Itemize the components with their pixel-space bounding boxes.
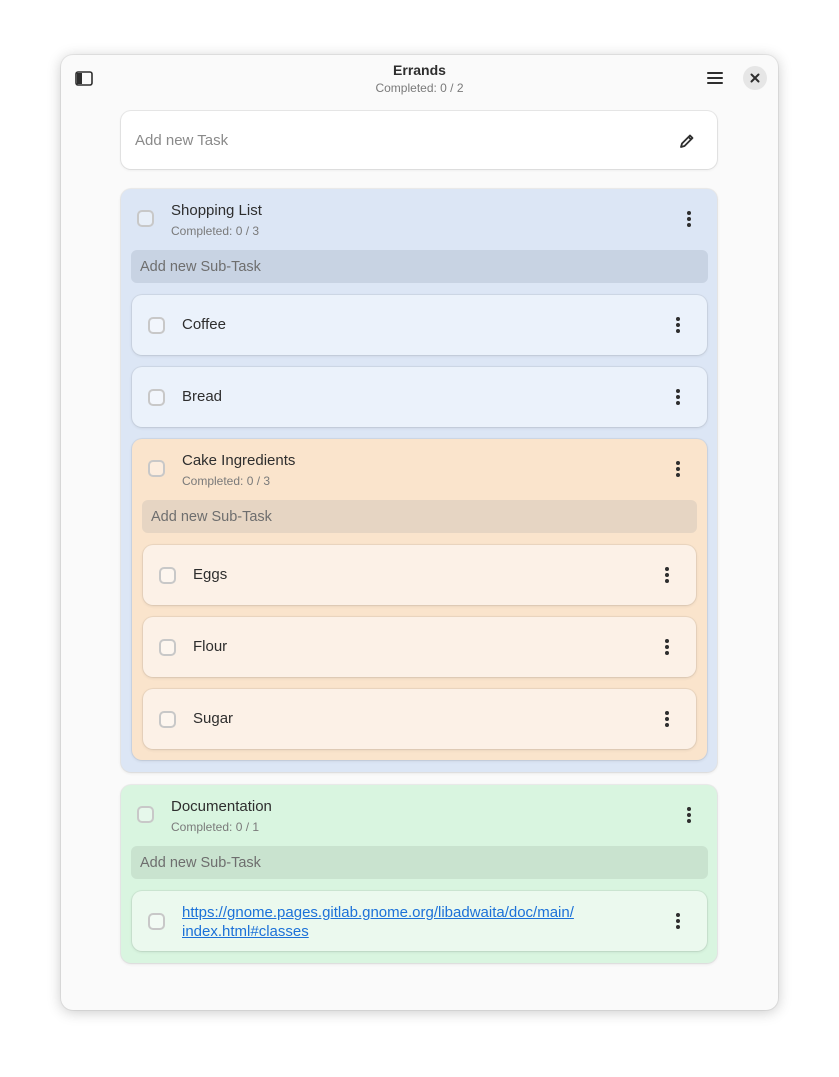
close-icon [750, 73, 760, 83]
task-completed-count: Completed: 0 / 1 [171, 820, 260, 834]
task-menu-button[interactable] [668, 386, 688, 408]
new-task-entry [121, 111, 717, 169]
new-subtask-input[interactable] [131, 250, 708, 283]
task-title: Flour [193, 638, 228, 655]
window-subtitle: Completed: 0 / 2 [375, 81, 464, 95]
subtask-card-doc-link: https://gnome.pages.gitlab.gnome.org/lib… [132, 891, 707, 951]
subtask-card-sugar: Sugar [143, 689, 696, 749]
new-subtask-input[interactable] [142, 500, 697, 533]
task-checkbox[interactable] [159, 567, 176, 584]
task-title: Shopping List [171, 202, 262, 219]
task-checkbox[interactable] [148, 389, 165, 406]
task-checkbox[interactable] [148, 913, 165, 930]
task-menu-button[interactable] [679, 208, 699, 230]
kebab-menu-icon [687, 211, 691, 227]
task-menu-button[interactable] [679, 804, 699, 826]
kebab-menu-icon [665, 639, 669, 655]
kebab-menu-icon [665, 567, 669, 583]
main-menu-button[interactable] [703, 67, 727, 89]
close-button[interactable] [743, 66, 767, 90]
task-checkbox[interactable] [137, 806, 154, 823]
pencil-icon [680, 134, 694, 148]
task-title: Cake Ingredients [182, 452, 296, 469]
kebab-menu-icon [676, 461, 680, 477]
task-title: Sugar [193, 710, 234, 727]
new-subtask-input[interactable] [131, 846, 708, 879]
task-checkbox[interactable] [148, 317, 165, 334]
add-task-button[interactable] [676, 130, 698, 152]
task-completed-count: Completed: 0 / 3 [171, 224, 260, 238]
kebab-menu-icon [687, 807, 691, 823]
window-title: Errands [393, 62, 446, 78]
subtask-card-eggs: Eggs [143, 545, 696, 605]
task-card-shopping-list: Shopping List Completed: 0 / 3 Coffee Br… [121, 189, 717, 772]
task-title: Eggs [193, 566, 228, 583]
subtask-card-flour: Flour [143, 617, 696, 677]
kebab-menu-icon [676, 913, 680, 929]
new-task-input[interactable] [121, 111, 665, 169]
task-menu-button[interactable] [657, 636, 677, 658]
kebab-menu-icon [665, 711, 669, 727]
task-checkbox[interactable] [159, 711, 176, 728]
task-checkbox[interactable] [137, 210, 154, 227]
task-menu-button[interactable] [657, 708, 677, 730]
documentation-link-line1[interactable]: https://gnome.pages.gitlab.gnome.org/lib… [182, 904, 574, 921]
subtask-link-text: https://gnome.pages.gitlab.gnome.org/lib… [182, 903, 574, 941]
task-completed-count: Completed: 0 / 3 [182, 474, 271, 488]
task-checkbox[interactable] [148, 460, 165, 477]
task-menu-button[interactable] [668, 458, 688, 480]
task-title: Documentation [171, 798, 272, 815]
task-title: Coffee [182, 316, 226, 333]
documentation-link-line2[interactable]: index.html#classes [182, 923, 309, 940]
task-menu-button[interactable] [668, 910, 688, 932]
subtask-card-bread: Bread [132, 367, 707, 427]
kebab-menu-icon [676, 389, 680, 405]
errands-window: Errands Completed: 0 / 2 Shopping Li [61, 55, 778, 1010]
task-checkbox[interactable] [159, 639, 176, 656]
subtask-card-coffee: Coffee [132, 295, 707, 355]
hamburger-icon [707, 72, 723, 84]
header-bar: Errands Completed: 0 / 2 [61, 55, 778, 101]
kebab-menu-icon [676, 317, 680, 333]
task-menu-button[interactable] [657, 564, 677, 586]
task-title: Bread [182, 388, 223, 405]
task-menu-button[interactable] [668, 314, 688, 336]
task-card-documentation: Documentation Completed: 0 / 1 https://g… [121, 785, 717, 963]
subtask-card-cake-ingredients: Cake Ingredients Completed: 0 / 3 Eggs [132, 439, 707, 760]
